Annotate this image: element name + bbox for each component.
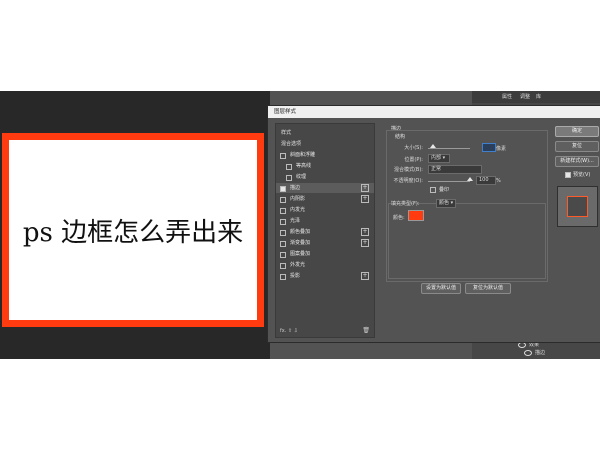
add-icon[interactable]: +	[361, 228, 369, 236]
position-value: 内部	[431, 155, 442, 161]
overprint-checkbox-icon[interactable]	[430, 187, 436, 193]
layer-stroke-row[interactable]: 描边	[524, 349, 545, 356]
document-canvas[interactable]: ps 边框怎么弄出来	[2, 133, 264, 327]
opacity-slider[interactable]	[428, 181, 470, 182]
opacity-input[interactable]: 100	[476, 176, 496, 185]
opacity-value: 100	[479, 177, 489, 183]
style-list-header[interactable]: 样式	[276, 128, 374, 138]
panel-tabs: 属性 调整 库	[472, 91, 600, 103]
style-item-contour[interactable]: 等高线	[276, 161, 374, 171]
fill-type-label: 填充类型(F):	[391, 201, 420, 207]
style-preview-thumbnail	[557, 186, 598, 227]
color-label: 颜色:	[393, 215, 405, 221]
document-content: ps 边框怎么弄出来	[9, 140, 257, 320]
style-item-satin[interactable]: 光泽	[276, 216, 374, 226]
style-item-bevel[interactable]: 斜面和浮雕	[276, 150, 374, 160]
style-list: 样式 混合选项 斜面和浮雕 等高线 纹理 描边 + 内阴影 + 内发光 光泽 颜…	[275, 123, 375, 338]
checkbox-icon[interactable]	[280, 252, 286, 258]
style-item-gradient-overlay[interactable]: 渐变叠加 +	[276, 238, 374, 248]
add-icon[interactable]: +	[361, 272, 369, 280]
checkbox-icon[interactable]	[286, 175, 292, 181]
tab-adjustments[interactable]: 调整	[520, 93, 530, 100]
blend-mode-value: 正常	[431, 166, 442, 172]
preview-label: 预览(V)	[573, 172, 591, 178]
style-item-label: 图案叠加	[290, 251, 311, 257]
reset-default-button[interactable]: 复位为默认值	[465, 283, 511, 294]
fill-type-select[interactable]: 颜色 ▾	[436, 199, 456, 208]
checkbox-icon[interactable]	[280, 153, 286, 159]
checkbox-icon[interactable]	[280, 208, 286, 214]
style-item-inner-shadow[interactable]: 内阴影 +	[276, 194, 374, 204]
size-input[interactable]	[482, 143, 496, 152]
checkbox-icon[interactable]	[280, 197, 286, 203]
eye-icon[interactable]	[524, 349, 532, 356]
cancel-button[interactable]: 复位	[555, 141, 599, 152]
style-item-label: 内阴影	[290, 196, 306, 202]
dialog-title: 图层样式	[268, 106, 600, 118]
blend-mode-select[interactable]: 正常	[428, 165, 482, 174]
style-item-color-overlay[interactable]: 颜色叠加 +	[276, 227, 374, 237]
ok-button[interactable]: 确定	[555, 126, 599, 137]
stroke-color-swatch[interactable]	[408, 210, 424, 221]
style-item-label: 外发光	[290, 262, 306, 268]
add-icon[interactable]: +	[361, 184, 369, 192]
blend-mode-label: 混合模式(B):	[393, 167, 423, 173]
checkbox-icon[interactable]	[280, 219, 286, 225]
preview-shape	[567, 196, 588, 217]
style-item-label: 斜面和浮雕	[290, 152, 316, 158]
style-item-label: 投影	[290, 273, 301, 279]
add-icon[interactable]: +	[361, 239, 369, 247]
size-unit: 像素	[496, 146, 507, 152]
checkbox-checked-icon[interactable]	[280, 186, 286, 192]
blend-options-item[interactable]: 混合选项	[276, 139, 374, 149]
style-item-label: 内发光	[290, 207, 306, 213]
style-item-texture[interactable]: 纹理	[276, 172, 374, 182]
style-item-label: 描边	[290, 185, 301, 191]
size-slider-thumb[interactable]	[430, 144, 436, 148]
document-text: ps 边框怎么弄出来	[22, 217, 244, 248]
checkbox-icon[interactable]	[280, 274, 286, 280]
style-item-stroke[interactable]: 描边 +	[276, 183, 374, 193]
style-item-outer-glow[interactable]: 外发光	[276, 260, 374, 270]
style-item-label: 渐变叠加	[290, 240, 311, 246]
style-item-label: 等高线	[296, 163, 312, 169]
size-slider[interactable]	[428, 148, 470, 149]
opacity-label: 不透明度(O):	[393, 178, 423, 184]
checkbox-icon[interactable]	[280, 230, 286, 236]
position-select[interactable]: 内部 ▾	[428, 154, 450, 163]
tab-libraries[interactable]: 库	[536, 93, 541, 100]
trash-icon[interactable]: 🗑	[362, 327, 370, 334]
fx-menu-icon[interactable]: fx. ⇧ ⇩	[280, 328, 298, 334]
style-item-inner-glow[interactable]: 内发光	[276, 205, 374, 215]
canvas-area: ps 边框怎么弄出来	[0, 91, 270, 359]
checkbox-icon[interactable]	[280, 241, 286, 247]
opacity-unit: %	[496, 178, 501, 184]
opacity-slider-thumb[interactable]	[467, 177, 473, 181]
style-item-label: 光泽	[290, 218, 301, 224]
add-icon[interactable]: +	[361, 195, 369, 203]
style-item-label: 颜色叠加	[290, 229, 311, 235]
new-style-button[interactable]: 新建样式(W)...	[555, 156, 599, 167]
size-label: 大小(S):	[404, 145, 423, 151]
style-item-pattern-overlay[interactable]: 图案叠加	[276, 249, 374, 259]
set-default-button[interactable]: 设置为默认值	[421, 283, 461, 294]
layer-stroke-label: 描边	[535, 350, 546, 356]
checkbox-icon[interactable]	[286, 164, 292, 170]
style-item-label: 纹理	[296, 174, 307, 180]
fill-type-value: 颜色	[439, 200, 450, 206]
style-item-drop-shadow[interactable]: 投影 +	[276, 271, 374, 281]
preview-checkbox-icon[interactable]	[565, 172, 571, 178]
structure-title: 结构	[395, 134, 406, 140]
layer-style-dialog: 图层样式 样式 混合选项 斜面和浮雕 等高线 纹理 描边 + 内阴影 + 内发光	[267, 105, 600, 343]
overprint-label: 叠印	[439, 187, 450, 193]
position-label: 位置(P):	[404, 157, 423, 163]
checkbox-icon[interactable]	[280, 263, 286, 269]
tab-properties[interactable]: 属性	[502, 93, 512, 100]
